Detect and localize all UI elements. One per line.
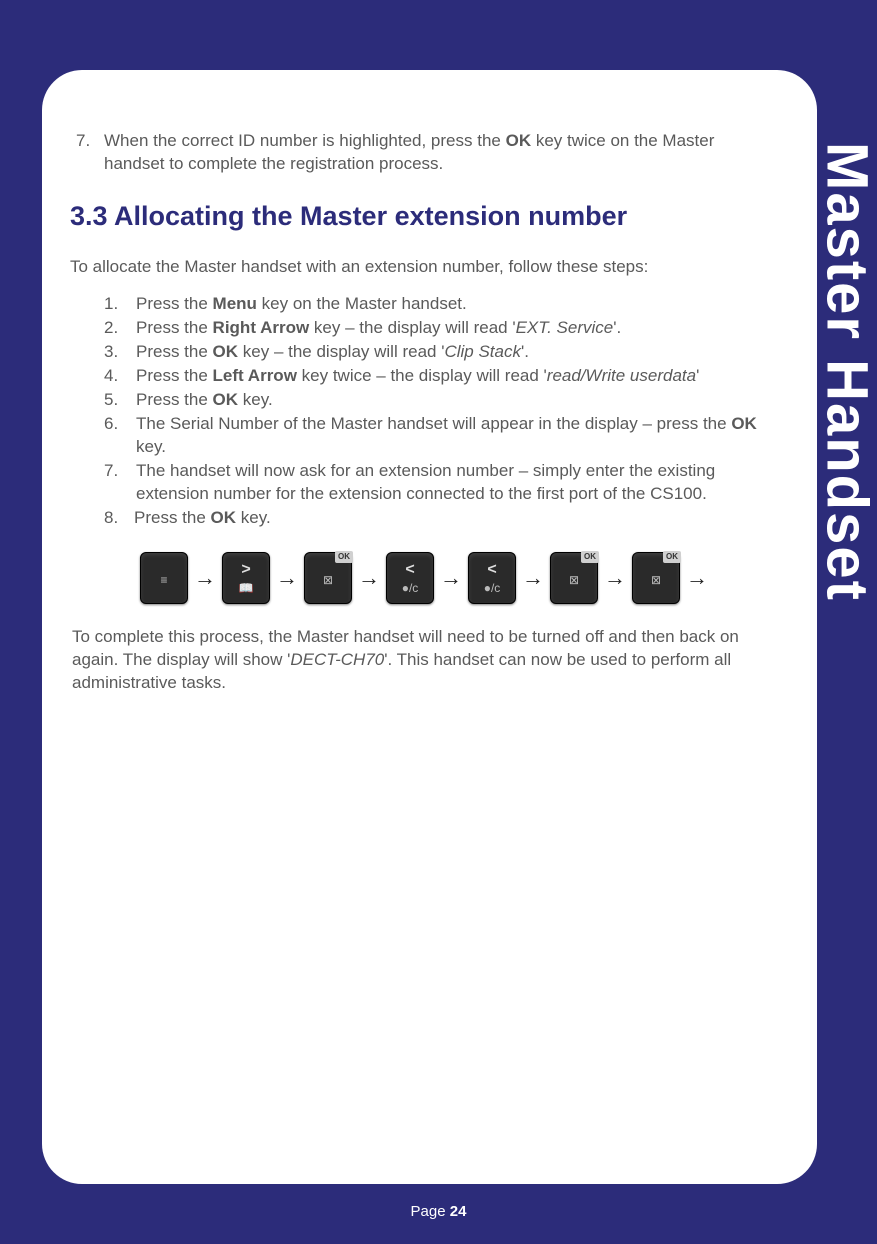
arrow-icon: →: [604, 563, 626, 593]
right-arrow-key: >📖: [222, 552, 270, 604]
step-row: 4.Press the Left Arrow key twice – the d…: [104, 365, 781, 388]
step-text: Press the OK key – the display will read…: [136, 341, 781, 364]
step-number: 7.: [104, 460, 136, 506]
arrow-icon: →: [522, 563, 544, 593]
button-sequence: ≡→>📖→OK⊠→<●/c→<●/c→OK⊠→OK⊠→: [140, 552, 789, 604]
ok-label-icon: OK: [663, 551, 681, 564]
step-row: 7.The handset will now ask for an extens…: [104, 460, 781, 506]
arrow-icon: →: [194, 563, 216, 593]
intro-text: To allocate the Master handset with an e…: [70, 256, 789, 279]
ok-label-icon: OK: [335, 551, 353, 564]
left-arrow-key-2: <●/c: [468, 552, 516, 604]
prior-step-number: 7.: [70, 130, 104, 176]
ok-key-1: OK⊠: [304, 552, 352, 604]
step-row: 2.Press the Right Arrow key – the displa…: [104, 317, 781, 340]
arrow-icon: →: [358, 563, 380, 593]
ok-key-2: OK⊠: [550, 552, 598, 604]
step-text: Press the OK key.: [136, 389, 781, 412]
side-tab: Master Handset: [817, 72, 877, 672]
ok-label-icon: OK: [581, 551, 599, 564]
side-tab-label: Master Handset: [814, 142, 877, 602]
step-row: 1.Press the Menu key on the Master hands…: [104, 293, 781, 316]
step-row: 8.Press the OK key.: [104, 507, 781, 530]
step-text: Press the Menu key on the Master handset…: [136, 293, 781, 316]
prior-step-text: When the correct ID number is highlighte…: [104, 130, 789, 176]
menu-key: ≡: [140, 552, 188, 604]
step-row: 3.Press the OK key – the display will re…: [104, 341, 781, 364]
left-arrow-key-1: <●/c: [386, 552, 434, 604]
step-text: The Serial Number of the Master handset …: [136, 413, 781, 459]
step-number: 2.: [104, 317, 136, 340]
step-number: 5.: [104, 389, 136, 412]
steps-list: 1.Press the Menu key on the Master hands…: [70, 293, 789, 529]
step-text: Press the Left Arrow key twice – the dis…: [136, 365, 781, 388]
page-number: 24: [450, 1203, 467, 1220]
step-row: 6.The Serial Number of the Master handse…: [104, 413, 781, 459]
page-content: 7. When the correct ID number is highlig…: [42, 70, 817, 1184]
step-number: 6.: [104, 413, 136, 459]
step-number: 8.: [104, 507, 134, 530]
page-label: Page: [411, 1203, 450, 1220]
step-number: 4.: [104, 365, 136, 388]
arrow-icon: →: [276, 563, 298, 593]
step-text: Press the OK key.: [134, 507, 781, 530]
step-text: Press the Right Arrow key – the display …: [136, 317, 781, 340]
arrow-icon: →: [440, 563, 462, 593]
prior-step-7: 7. When the correct ID number is highlig…: [70, 130, 789, 176]
step-row: 5.Press the OK key.: [104, 389, 781, 412]
step-number: 1.: [104, 293, 136, 316]
step-text: The handset will now ask for an extensio…: [136, 460, 781, 506]
section-heading: 3.3 Allocating the Master extension numb…: [70, 198, 789, 234]
arrow-icon: →: [686, 563, 708, 593]
step-number: 3.: [104, 341, 136, 364]
ok-key-3: OK⊠: [632, 552, 680, 604]
page-footer: Page 24: [0, 1203, 877, 1220]
final-paragraph: To complete this process, the Master han…: [70, 626, 789, 695]
